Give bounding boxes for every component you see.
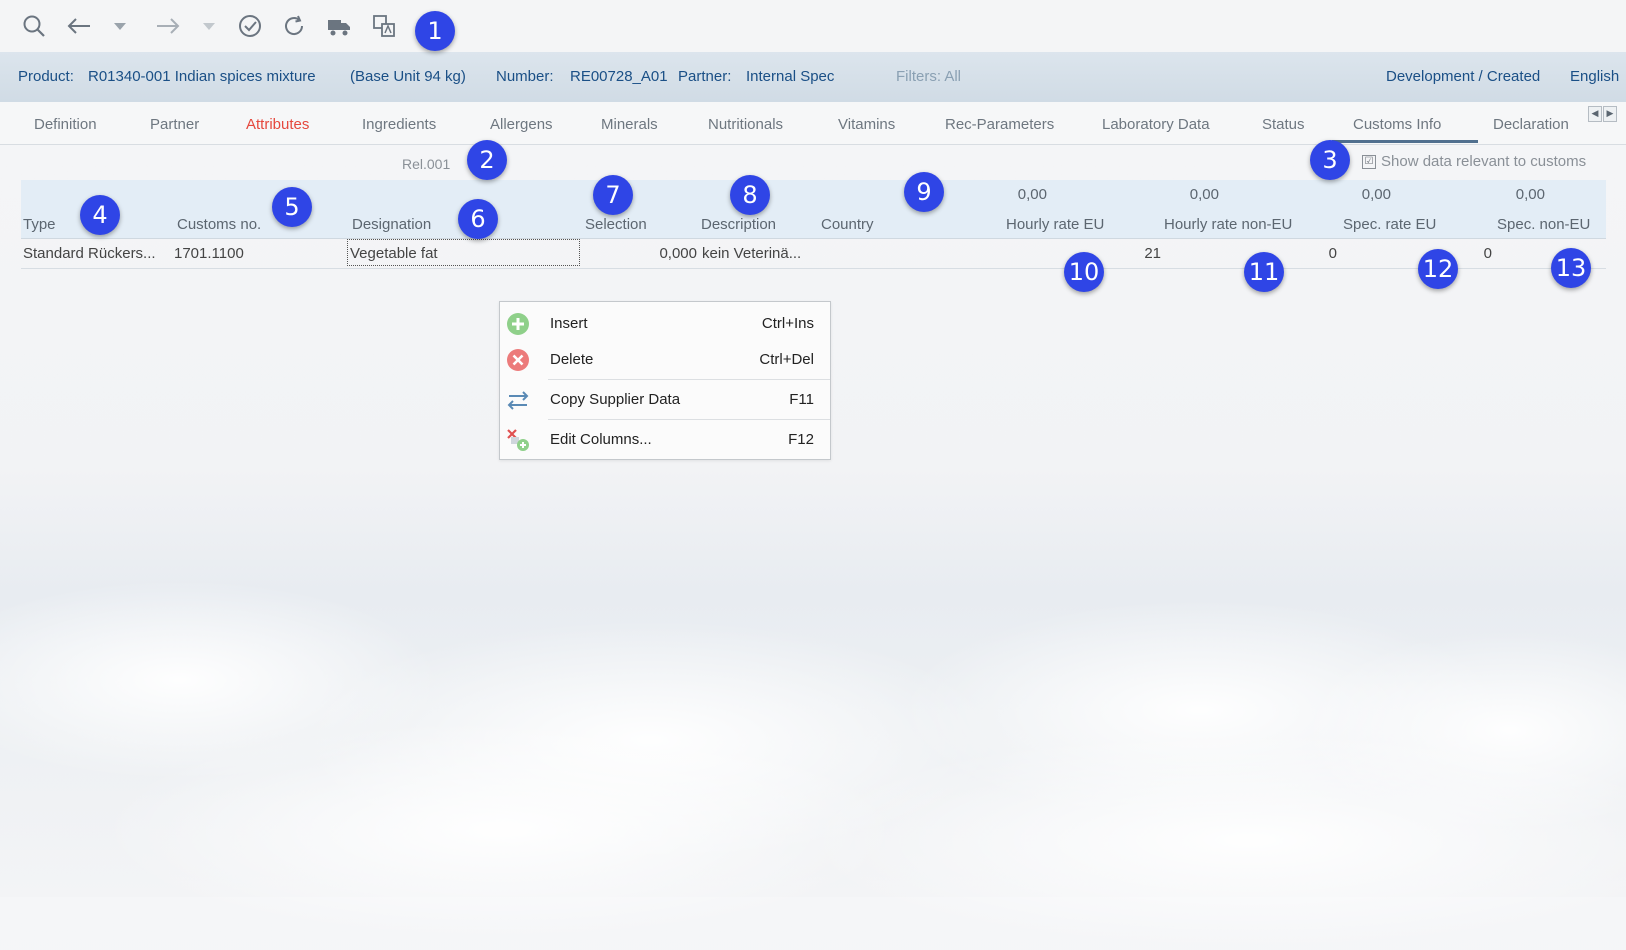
menu-edit-columns-shortcut: F12	[788, 431, 814, 448]
product-info-bar: Product: R01340-001 Indian spices mixtur…	[0, 52, 1626, 102]
cell-hourly-rate-non-eu[interactable]: 21	[1101, 245, 1161, 262]
filters-label[interactable]: Filters: All	[896, 68, 961, 85]
menu-copy-shortcut: F11	[789, 391, 814, 408]
active-tab-indicator	[1332, 140, 1478, 143]
context-menu: Insert Ctrl+Ins Delete Ctrl+Del Copy Sup…	[499, 301, 831, 460]
tab-rec-parameters[interactable]: Rec-Parameters	[945, 116, 1054, 133]
badge-12: 12	[1418, 249, 1458, 289]
badge-3: 3	[1310, 140, 1350, 180]
background-clouds	[0, 560, 1626, 950]
tab-nutritionals[interactable]: Nutritionals	[708, 116, 783, 133]
partner-value: Internal Spec	[746, 68, 835, 85]
cell-type[interactable]: Standard Rückers...	[23, 245, 168, 262]
checkbox-icon[interactable]: ☑	[1362, 154, 1376, 169]
edit-columns-icon	[507, 429, 529, 451]
back-dropdown-icon[interactable]	[112, 18, 128, 34]
cell-spec-rate-eu[interactable]: 0	[1271, 245, 1337, 262]
forward-arrow-icon[interactable]	[152, 10, 184, 42]
tab-attributes[interactable]: Attributes	[246, 116, 309, 133]
col-type[interactable]: Type	[23, 216, 56, 233]
tab-status[interactable]: Status	[1262, 116, 1305, 133]
col-description[interactable]: Description	[701, 216, 776, 233]
col-spec-non-eu[interactable]: Spec. non-EU	[1497, 216, 1606, 233]
totals-row: 0,00 0,00 0,00 0,00	[21, 180, 1606, 208]
table-header: Type Customs no. Designation Selection D…	[21, 208, 1606, 239]
status-label[interactable]: Development / Created	[1386, 68, 1540, 85]
menu-delete-label: Delete	[550, 351, 594, 368]
product-label: Product:	[18, 68, 74, 85]
language-selector[interactable]: English	[1570, 68, 1619, 85]
badge-7: 7	[593, 175, 633, 215]
total-hourly-eu: 0,00	[1017, 186, 1047, 203]
truck-icon[interactable]	[323, 10, 355, 42]
tab-partner[interactable]: Partner	[150, 116, 199, 133]
col-hourly-rate-eu[interactable]: Hourly rate EU	[1006, 216, 1104, 233]
col-country[interactable]: Country	[821, 216, 874, 233]
menu-item-insert[interactable]: Insert Ctrl+Ins	[500, 305, 830, 341]
badge-1: 1	[415, 11, 455, 51]
badge-4: 4	[80, 195, 120, 235]
badge-9: 9	[904, 172, 944, 212]
total-spec-non-eu: 0,00	[1515, 186, 1545, 203]
search-icon[interactable]	[18, 10, 50, 42]
cell-selection[interactable]: 0,000	[601, 245, 697, 262]
tab-laboratory-data[interactable]: Laboratory Data	[1102, 116, 1210, 133]
tab-vitamins[interactable]: Vitamins	[838, 116, 895, 133]
number-label: Number:	[496, 68, 554, 85]
tab-minerals[interactable]: Minerals	[601, 116, 658, 133]
number-value: RE00728_A01	[570, 68, 668, 85]
plus-circle-icon	[507, 313, 529, 335]
show-customs-toggle[interactable]: ☑ Show data relevant to customs	[1362, 153, 1586, 170]
badge-10: 10	[1064, 252, 1104, 292]
menu-delete-shortcut: Ctrl+Del	[759, 351, 814, 368]
menu-copy-label: Copy Supplier Data	[550, 391, 681, 408]
col-selection[interactable]: Selection	[585, 216, 647, 233]
release-label: Rel.001	[402, 156, 451, 172]
badge-2: 2	[467, 140, 507, 180]
col-customs-no[interactable]: Customs no.	[177, 216, 261, 233]
tab-scroll-left-icon[interactable]: ◀	[1588, 106, 1602, 122]
col-designation[interactable]: Designation	[352, 216, 431, 233]
total-spec-eu: 0,00	[1361, 186, 1391, 203]
tab-allergens[interactable]: Allergens	[490, 116, 553, 133]
badge-5: 5	[272, 187, 312, 227]
tab-scroll-right-icon[interactable]: ▶	[1603, 106, 1617, 122]
menu-item-edit-columns[interactable]: Edit Columns... F12	[500, 421, 830, 457]
badge-6: 6	[458, 199, 498, 239]
toolbar	[0, 0, 1626, 52]
back-arrow-icon[interactable]	[63, 10, 95, 42]
cell-customs-no[interactable]: 1701.1100	[174, 245, 244, 262]
menu-item-delete[interactable]: Delete Ctrl+Del	[500, 341, 830, 377]
tab-bar: Definition Partner Attributes Ingredient…	[0, 102, 1626, 145]
translate-icon[interactable]	[368, 10, 400, 42]
tab-customs-info[interactable]: Customs Info	[1353, 116, 1441, 133]
partner-label: Partner:	[678, 68, 732, 85]
menu-item-copy-supplier-data[interactable]: Copy Supplier Data F11	[500, 381, 830, 417]
badge-8: 8	[730, 175, 770, 215]
base-unit: (Base Unit 94 kg)	[350, 68, 466, 85]
tab-ingredients[interactable]: Ingredients	[362, 116, 436, 133]
total-hourly-non-eu: 0,00	[1189, 186, 1219, 203]
col-spec-rate-eu[interactable]: Spec. rate EU	[1343, 216, 1436, 233]
refresh-icon[interactable]	[278, 10, 310, 42]
menu-insert-label: Insert	[550, 315, 588, 332]
menu-separator	[548, 379, 830, 380]
cell-description[interactable]: kein Veterinä...	[702, 245, 824, 262]
menu-insert-shortcut: Ctrl+Ins	[761, 315, 814, 332]
swap-arrows-icon	[507, 391, 529, 410]
tab-declaration[interactable]: Declaration	[1493, 116, 1569, 133]
col-hourly-rate-non-eu[interactable]: Hourly rate non-EU	[1164, 216, 1292, 233]
cell-designation[interactable]: Vegetable fat	[350, 245, 438, 262]
product-value: R01340-001 Indian spices mixture	[88, 68, 316, 85]
badge-13: 13	[1551, 248, 1591, 288]
menu-edit-columns-label: Edit Columns...	[550, 431, 652, 448]
badge-11: 11	[1244, 252, 1284, 292]
menu-separator	[548, 419, 830, 420]
tab-definition[interactable]: Definition	[34, 116, 97, 133]
forward-dropdown-icon[interactable]	[201, 18, 217, 34]
show-customs-label: Show data relevant to customs	[1381, 153, 1587, 170]
check-circle-icon[interactable]	[234, 10, 266, 42]
table-row[interactable]: Standard Rückers... 1701.1100 Vegetable …	[21, 238, 1606, 269]
x-circle-icon	[507, 349, 529, 371]
